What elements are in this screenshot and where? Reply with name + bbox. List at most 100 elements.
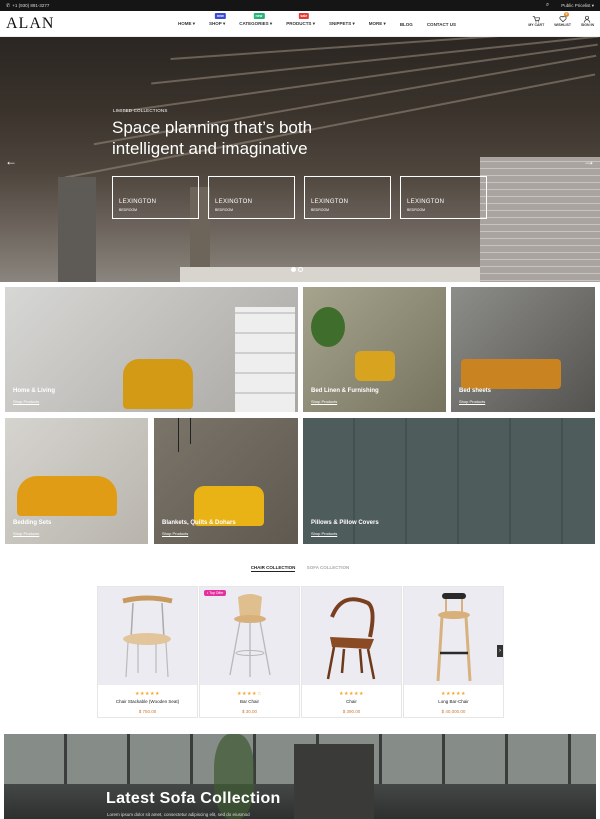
collection-tabs: CHAIR COLLECTION SOFA COLLECTION: [0, 565, 600, 572]
banner-title: Latest Sofa Collection: [106, 790, 281, 807]
search-icon[interactable]: ⌕: [546, 2, 549, 9]
category-title: Bed Linen & Furnishing: [311, 388, 379, 394]
product-card[interactable]: ★★★★★ Chair Stackable (Wooden Seat) $ 75…: [97, 586, 198, 718]
tab-sofa-collection[interactable]: SOFA COLLECTION: [307, 565, 350, 570]
nav-blog[interactable]: BLOG: [400, 22, 413, 27]
sofa-image: [17, 476, 117, 516]
product-price: $ 40,000.00: [441, 709, 466, 714]
slider-dots: [291, 267, 303, 272]
slider-prev-arrow-icon[interactable]: ←: [5, 154, 17, 168]
category-title: Bedding Sets: [13, 520, 52, 526]
hero-collection-box[interactable]: LEXINGTON BEDROOM: [304, 176, 391, 219]
product-name[interactable]: Chair: [302, 699, 401, 704]
bar-chair-image: [229, 594, 271, 677]
shop-products-link[interactable]: Shop Products: [162, 531, 236, 536]
curtain-image: [294, 744, 374, 819]
slider-dot-active[interactable]: [291, 267, 296, 272]
desk-row: [180, 267, 480, 282]
phone-icon: ✆: [6, 2, 11, 9]
product-price: $ 390.00: [342, 709, 361, 714]
top-offer-badge: • Top Offer: [204, 590, 227, 596]
nav-products[interactable]: sale PRODUCTS ▾: [286, 13, 315, 27]
category-tile-bed-sheets[interactable]: Bed sheets Shop Products: [451, 287, 595, 412]
shop-products-link[interactable]: Shop Products: [311, 399, 379, 404]
chevron-down-icon: ▾: [192, 21, 196, 26]
new-badge: new: [214, 13, 226, 19]
nav-categories[interactable]: new CATEGORIES ▾: [239, 13, 273, 27]
hero-collection-box[interactable]: LEXINGTON BEDROOM: [112, 176, 199, 219]
cart-icon: [533, 16, 541, 23]
rating-stars: ★★★★★: [441, 691, 466, 697]
category-tile-blankets[interactable]: Blankets, Quilts & Dohars Shop Products: [154, 418, 298, 544]
product-image[interactable]: [404, 587, 503, 685]
long-bar-chair-image: [436, 593, 472, 682]
cart-button[interactable]: MY CART: [528, 15, 544, 27]
category-title: Pillows & Pillow Covers: [311, 520, 379, 526]
hero-eyebrow: LIMITED COLLECTIONS: [113, 108, 168, 113]
rating-stars: ★★★★☆: [237, 691, 262, 697]
category-title: Home & Living: [13, 388, 56, 394]
category-tile-home-living[interactable]: Home & Living Shop Products: [5, 287, 298, 412]
product-image[interactable]: [98, 587, 197, 685]
category-tile-pillows[interactable]: Pillows & Pillow Covers Shop Products: [303, 418, 595, 544]
header-actions: MY CART 0 WISHLIST SIGN IN: [528, 12, 594, 27]
top-bar: ✆ +1 (930) 891-3277 ⌕ Public Pricelist ▾: [0, 0, 600, 11]
sale-badge: sale: [298, 13, 310, 19]
phone-number[interactable]: +1 (930) 891-3277: [12, 3, 49, 8]
category-tile-bed-linen[interactable]: Bed Linen & Furnishing Shop Products: [303, 287, 446, 412]
nav-shop[interactable]: new SHOP ▾: [209, 13, 226, 27]
hero-slider[interactable]: LIMITED COLLECTIONS Space planning that’…: [0, 37, 600, 282]
product-card[interactable]: ★★★★★ Chair $ 390.00: [301, 586, 402, 718]
wishlist-count: 0: [563, 12, 569, 17]
wooden-chair-image: [326, 597, 376, 680]
nav-more[interactable]: MORE ▾: [369, 21, 386, 27]
nav-snippets[interactable]: SNIPPETS ▾: [329, 21, 355, 27]
product-card[interactable]: ★★★★★ Long Bar-Chair $ 40,000.00: [403, 586, 504, 718]
shop-products-link[interactable]: Shop Products: [311, 531, 379, 536]
pillar: [58, 177, 96, 282]
new-badge: new: [253, 13, 265, 19]
chair-image: [355, 351, 395, 381]
tab-chair-collection[interactable]: CHAIR COLLECTION: [250, 565, 296, 572]
slider-next-arrow-icon[interactable]: →: [583, 154, 595, 168]
nav-contact[interactable]: CONTACT US: [427, 22, 456, 27]
rating-stars: ★★★★★: [339, 691, 364, 697]
rating-stars: ★★★★★: [135, 691, 160, 697]
product-name[interactable]: Long Bar-Chair: [404, 699, 503, 704]
hero-title: Space planning that’s both intelligent a…: [112, 118, 313, 158]
shelf-image: [235, 307, 295, 412]
shop-products-link[interactable]: Shop Products: [13, 531, 51, 536]
main-header: ALAN HOME ▾ new SHOP ▾ new CATEGORIES ▾ sa…: [0, 11, 600, 37]
chevron-down-icon: ▾: [352, 21, 355, 26]
banner-text: Lorem ipsum dolor sit amet, consectetur …: [107, 812, 250, 817]
armchair-image: [123, 359, 193, 409]
shop-products-link[interactable]: Shop Products: [459, 399, 491, 404]
chevron-down-icon: ▾: [269, 21, 273, 26]
slider-dot[interactable]: [298, 267, 303, 272]
pendant-lamp-cord: [178, 418, 179, 452]
carousel-next-button[interactable]: ›: [497, 645, 503, 657]
product-card[interactable]: • Top Offer ★★★★☆ Bar Chair $ 30.00: [199, 586, 300, 718]
hero-collection-box[interactable]: LEXINGTON BEDROOM: [400, 176, 487, 219]
category-title: Bed sheets: [459, 388, 492, 394]
wishlist-button[interactable]: 0 WISHLIST: [554, 12, 571, 27]
chevron-down-icon: ▾: [222, 21, 226, 26]
signin-button[interactable]: SIGN IN: [581, 15, 594, 27]
plant-image: [311, 307, 345, 347]
category-tile-bedding-sets[interactable]: Bedding Sets Shop Products: [5, 418, 148, 544]
ceiling-slat: [170, 37, 600, 60]
product-name[interactable]: Bar Chair: [200, 699, 299, 704]
product-image[interactable]: [200, 587, 299, 685]
nav-home[interactable]: HOME ▾: [178, 21, 195, 27]
shop-products-link[interactable]: Shop Products: [13, 399, 55, 404]
product-price: $ 30.00: [241, 709, 257, 714]
main-nav: HOME ▾ new SHOP ▾ new CATEGORIES ▾ sale PRO…: [178, 11, 470, 37]
chevron-down-icon: ▾: [312, 21, 315, 26]
site-logo[interactable]: ALAN: [6, 15, 54, 33]
product-image[interactable]: [302, 587, 401, 685]
chevron-down-icon: ▾: [383, 21, 386, 26]
product-name[interactable]: Chair Stackable (Wooden Seat): [98, 699, 197, 704]
hero-collection-box[interactable]: LEXINGTON BEDROOM: [208, 176, 295, 219]
pricelist-selector[interactable]: Public Pricelist ▾: [561, 3, 594, 9]
pendant-lamp-cord: [190, 418, 191, 444]
